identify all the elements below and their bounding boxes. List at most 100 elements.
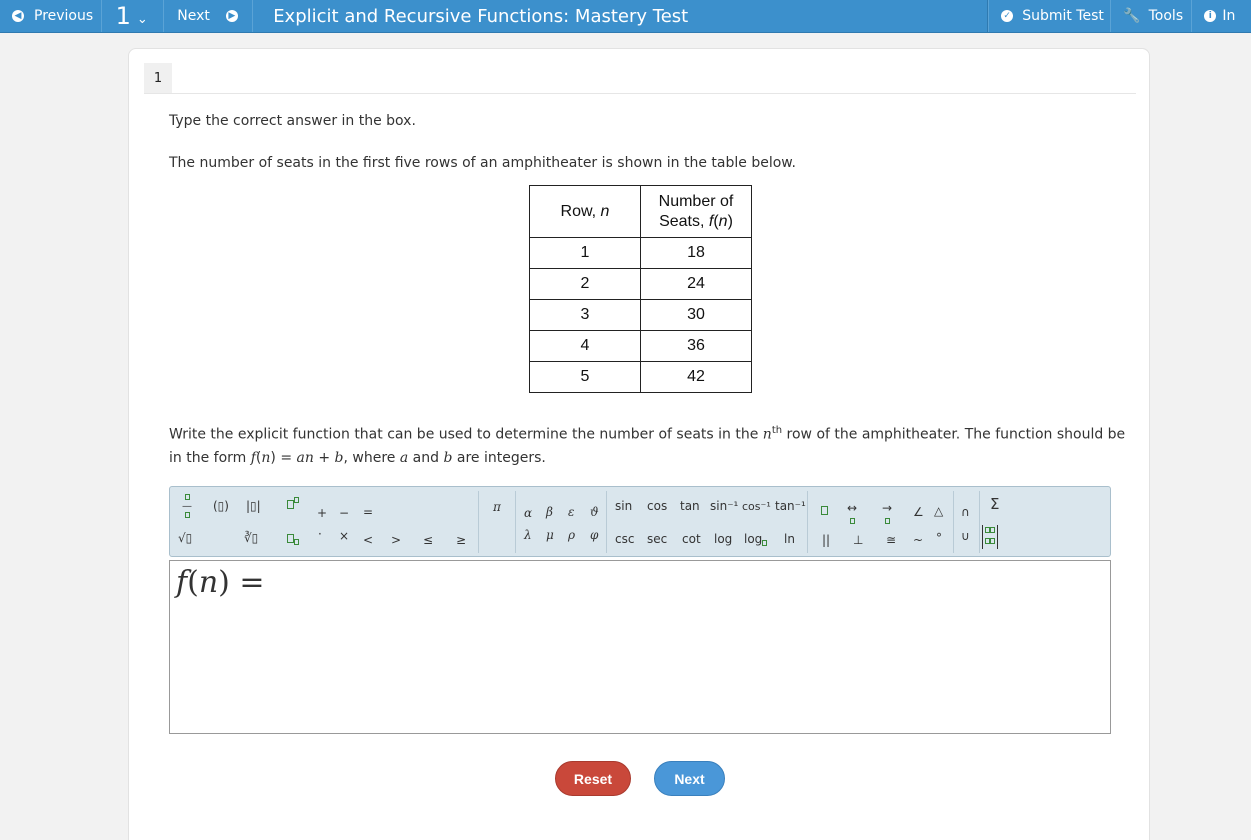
similar-button[interactable]: ~	[913, 533, 923, 547]
theta-button[interactable]: ϑ	[590, 505, 599, 519]
matrix-button[interactable]	[982, 525, 998, 549]
question-card: 1 Type the correct answer in the box. Th…	[128, 48, 1150, 840]
arcsin-button[interactable]: sin⁻¹	[710, 499, 738, 513]
math-toolbar: — (▯) |▯| √▯ ∛▯ + − = · × < > ≤ ≥ π α β …	[169, 486, 1111, 557]
info-label: In	[1222, 8, 1236, 24]
beta-button[interactable]: β	[546, 505, 553, 519]
ln-button[interactable]: ln	[784, 532, 795, 546]
congruent-button[interactable]: ≅	[886, 533, 896, 547]
overline-button[interactable]	[821, 503, 828, 517]
minus-button[interactable]: −	[339, 506, 349, 520]
rho-button[interactable]: ρ	[568, 528, 575, 542]
trig-group: sin cos tan sin⁻¹ cos⁻¹ tan⁻¹ csc sec co…	[607, 491, 808, 553]
row-n: 3	[529, 299, 641, 331]
cot-button[interactable]: cot	[682, 532, 701, 546]
angle-button[interactable]: ∠	[913, 505, 924, 519]
triangle-button[interactable]: △	[934, 504, 943, 518]
cos-button[interactable]: cos	[647, 499, 667, 513]
table-row: 5 42	[529, 361, 752, 393]
ray-button[interactable]: →	[882, 502, 892, 526]
seats-table: Row, n Number of Seats, f(n) 1 18 2 24 3 30 …	[529, 185, 752, 393]
fraction-button[interactable]: —	[182, 493, 192, 520]
arccos-button[interactable]: cos⁻¹	[742, 500, 771, 513]
next-nav-label: Next	[177, 8, 210, 24]
nth-root-button[interactable]: ∛▯	[244, 531, 258, 545]
line-button[interactable]: ↔	[847, 502, 857, 526]
arctan-button[interactable]: tan⁻¹	[775, 499, 806, 513]
prompt-text: Write the explicit function that can be …	[169, 425, 1126, 466]
arrow-right-circle-icon: ▶	[225, 10, 238, 22]
geometry-group: ↔ → ∠ △ || ⊥ ≅ ~ °	[808, 491, 954, 553]
sec-button[interactable]: sec	[647, 532, 667, 546]
sin-button[interactable]: sin	[615, 499, 632, 513]
next-nav-button[interactable]: Next ▶	[164, 0, 254, 32]
tools-button[interactable]: 🔧 Tools	[1111, 0, 1193, 32]
summation-button[interactable]: Σ	[990, 495, 999, 513]
epsilon-button[interactable]: ε	[568, 505, 574, 519]
greek-group: α β ε ϑ λ μ ρ φ	[516, 491, 607, 553]
degree-button[interactable]: °	[936, 531, 942, 545]
table-row: 2 24	[529, 268, 752, 300]
tan-button[interactable]: tan	[680, 499, 700, 513]
row-n: 4	[529, 330, 641, 362]
previous-label: Previous	[34, 8, 94, 24]
check-circle-icon: ✓	[1001, 10, 1014, 22]
info-circle-icon: i	[1204, 10, 1217, 22]
question-number: 1	[115, 2, 131, 30]
greater-equal-button[interactable]: ≥	[456, 533, 466, 547]
alpha-button[interactable]: α	[524, 506, 532, 520]
dot-button[interactable]: ·	[318, 527, 322, 541]
pi-button[interactable]: π	[493, 500, 501, 514]
lambda-button[interactable]: λ	[524, 528, 532, 542]
absolute-value-button[interactable]: |▯|	[246, 499, 261, 513]
plus-button[interactable]: +	[317, 506, 327, 520]
perpendicular-button[interactable]: ⊥	[853, 533, 863, 547]
table-row: 4 36	[529, 330, 752, 362]
divider	[144, 93, 1136, 94]
pi-group: π	[479, 491, 516, 553]
subscript-button[interactable]	[287, 531, 299, 545]
question-selector[interactable]: 1 ⌄	[102, 0, 165, 32]
submit-test-button[interactable]: ✓ Submit Test	[988, 0, 1112, 32]
greater-than-button[interactable]: >	[391, 533, 401, 547]
info-button[interactable]: i In	[1192, 0, 1251, 32]
question-number-badge: 1	[144, 63, 172, 94]
wrench-icon: 🔧	[1123, 8, 1141, 24]
header-row: Row, n	[529, 185, 641, 238]
reset-button[interactable]: Reset	[555, 761, 631, 796]
row-seats: 24	[640, 268, 752, 300]
row-seats: 42	[640, 361, 752, 393]
intersection-button[interactable]: ∩	[961, 505, 970, 519]
row-n: 2	[529, 268, 641, 300]
submit-test-label: Submit Test	[1022, 8, 1104, 24]
row-n: 1	[529, 237, 641, 269]
union-button[interactable]: ∪	[961, 529, 970, 543]
row-seats: 18	[640, 237, 752, 269]
chevron-down-icon: ⌄	[136, 11, 148, 27]
equals-button[interactable]: =	[363, 505, 373, 519]
next-button[interactable]: Next	[654, 761, 725, 796]
superscript-button[interactable]	[287, 497, 299, 511]
header-seats: Number of Seats, f(n)	[640, 185, 752, 238]
log-base-button[interactable]: log	[744, 532, 768, 546]
table-row: 3 30	[529, 299, 752, 331]
phi-button[interactable]: φ	[590, 528, 598, 542]
mu-button[interactable]: μ	[546, 528, 554, 542]
less-than-button[interactable]: <	[363, 533, 373, 547]
times-button[interactable]: ×	[339, 529, 349, 543]
row-n: 5	[529, 361, 641, 393]
instruction-text: Type the correct answer in the box.	[169, 113, 416, 129]
tools-label: Tools	[1148, 8, 1184, 24]
previous-button[interactable]: ◀ Previous	[0, 0, 102, 32]
parentheses-button[interactable]: (▯)	[213, 499, 229, 513]
log-button[interactable]: log	[714, 532, 732, 546]
row-seats: 36	[640, 330, 752, 362]
arrow-left-circle-icon: ◀	[12, 10, 24, 22]
answer-input-box[interactable]: f(n) =	[169, 560, 1111, 734]
operators-group: + − = · × < > ≤ ≥	[307, 491, 479, 553]
csc-button[interactable]: csc	[615, 532, 634, 546]
less-equal-button[interactable]: ≤	[423, 533, 433, 547]
answer-expression: f(n) =	[176, 565, 265, 600]
square-root-button[interactable]: √▯	[178, 531, 192, 545]
parallel-button[interactable]: ||	[822, 533, 830, 547]
